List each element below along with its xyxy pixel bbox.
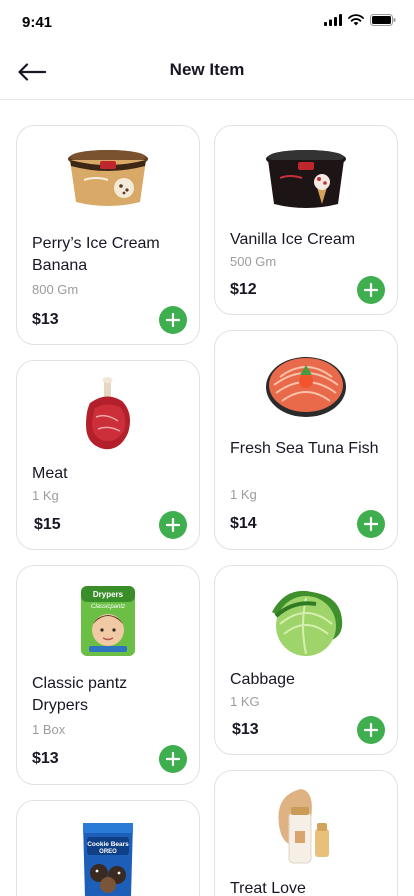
add-to-cart-button[interactable] — [357, 716, 385, 744]
plus-icon — [166, 752, 180, 766]
add-to-cart-button[interactable] — [159, 306, 187, 334]
product-card[interactable]: Cookie Bears OREO — [16, 800, 200, 896]
signal-icon — [324, 14, 342, 26]
product-image — [215, 148, 397, 212]
header: New Item — [0, 44, 414, 100]
wifi-icon — [348, 14, 364, 26]
add-to-cart-button[interactable] — [159, 511, 187, 539]
add-to-cart-button[interactable] — [159, 745, 187, 773]
plus-icon — [166, 518, 180, 532]
product-image — [215, 351, 397, 423]
battery-icon — [370, 14, 396, 26]
product-card[interactable]: Perry’s Ice Cream Banana 800 Gm $13 — [16, 125, 200, 345]
diaper-brand-text: Drypers — [93, 590, 124, 599]
page-title: New Item — [169, 60, 245, 79]
product-image: Cookie Bears OREO — [17, 819, 199, 896]
product-card[interactable]: Treat Love — [214, 770, 398, 896]
product-name: Meat — [32, 465, 68, 482]
diaper-pack-image: Drypers Classicpantz — [81, 586, 135, 656]
add-to-cart-button[interactable] — [357, 276, 385, 304]
product-card[interactable]: Cabbage 1 KG $13 — [214, 565, 398, 755]
product-quantity: 1 KG — [230, 694, 260, 709]
cookie-snack-bag-image: Cookie Bears OREO — [83, 823, 133, 896]
cosmetic-foundation-image — [278, 789, 329, 864]
cabbage-image — [272, 590, 343, 656]
product-card[interactable]: Drypers Classicpantz Classic pantz Drype… — [16, 565, 200, 785]
product-price: $15 — [34, 516, 61, 533]
product-image — [215, 582, 397, 662]
product-quantity: 1 Box — [32, 722, 66, 737]
snack-sub-text: OREO — [99, 849, 117, 855]
product-quantity: 1 Kg — [230, 487, 257, 502]
product-image: Drypers Classicpantz — [17, 584, 199, 658]
product-quantity: 800 Gm — [32, 282, 79, 297]
product-card[interactable]: Meat 1 Kg $15 — [16, 360, 200, 550]
raw-steak-image — [86, 377, 130, 450]
product-name: Perry’s Ice Cream Banana — [32, 235, 160, 274]
product-image — [17, 148, 199, 212]
plus-icon — [364, 283, 378, 297]
product-name: Fresh Sea Tuna Fish — [230, 440, 379, 457]
product-quantity: 1 Kg — [32, 488, 59, 503]
plus-icon — [166, 313, 180, 327]
plus-icon — [364, 517, 378, 531]
plus-icon — [364, 723, 378, 737]
diaper-sub-text: Classicpantz — [91, 604, 125, 610]
product-name: Vanilla Ice Cream — [230, 231, 356, 248]
product-card[interactable]: Fresh Sea Tuna Fish 1 Kg $14 — [214, 330, 398, 550]
product-image — [215, 785, 397, 865]
product-price: $13 — [232, 721, 259, 738]
status-icons — [324, 14, 396, 26]
product-card[interactable]: Vanilla Ice Cream 500 Gm $12 — [214, 125, 398, 315]
product-price: $12 — [230, 281, 257, 298]
product-name: Classic pantz Drypers — [32, 675, 128, 714]
product-name: Treat Love — [230, 880, 306, 896]
ice-cream-tub-image — [266, 150, 346, 208]
product-price: $13 — [32, 311, 59, 328]
product-price: $13 — [32, 750, 59, 767]
product-quantity: 500 Gm — [230, 254, 277, 269]
ice-cream-tub-image — [68, 150, 148, 206]
product-price: $14 — [230, 515, 257, 532]
status-bar: 9:41 — [0, 0, 414, 44]
snack-brand-text: Cookie Bears — [87, 841, 129, 848]
add-to-cart-button[interactable] — [357, 510, 385, 538]
tuna-sashimi-image — [266, 357, 346, 417]
product-image — [17, 377, 199, 453]
product-name: Cabbage — [230, 671, 295, 688]
status-time: 9:41 — [22, 14, 53, 31]
